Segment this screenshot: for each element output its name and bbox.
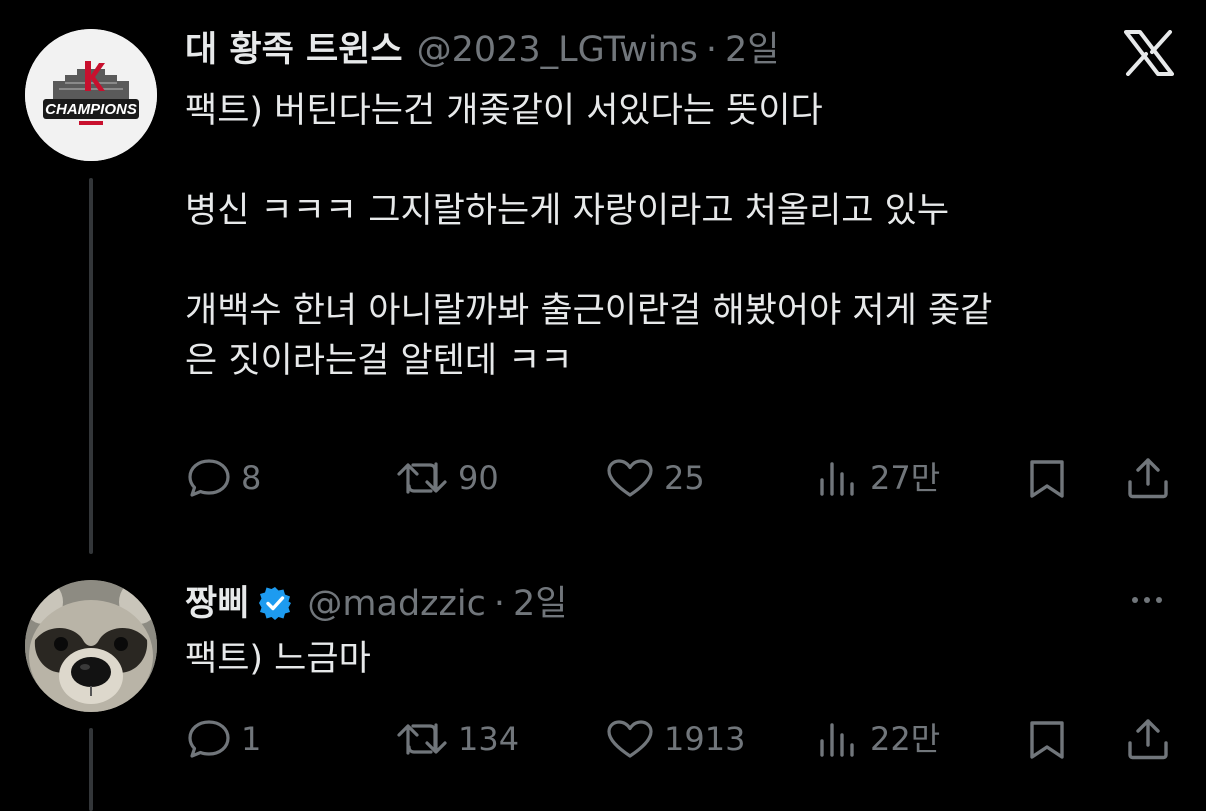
avatar-lg-twins[interactable]: CHAMPIONS: [25, 29, 157, 161]
like-button[interactable]: 1913: [606, 715, 745, 763]
views-button[interactable]: 22만: [818, 715, 940, 763]
verified-badge-icon[interactable]: [257, 585, 293, 621]
retweet-icon: [397, 462, 447, 494]
champions-logo-icon: CHAMPIONS: [25, 29, 157, 161]
share-icon[interactable]: [1126, 717, 1170, 761]
user-handle[interactable]: @madzzic: [307, 582, 485, 626]
bookmark-icon[interactable]: [1028, 719, 1066, 761]
views-button[interactable]: 27만: [818, 454, 940, 502]
heart-icon: [607, 459, 653, 497]
display-name[interactable]: 짱삐: [185, 582, 249, 626]
retweet-count: 134: [458, 720, 520, 758]
tweet-header: 짱삐 @madzzic · 2일: [185, 579, 568, 626]
reply-count: 1: [241, 720, 262, 758]
views-chart-icon: [820, 462, 854, 496]
thread-connector-line: [89, 178, 93, 554]
reply-button[interactable]: 1: [187, 715, 261, 763]
post-time[interactable]: 2일: [725, 28, 779, 72]
like-count: 25: [664, 459, 705, 497]
reply-icon: [188, 720, 230, 758]
like-button[interactable]: 25: [606, 454, 705, 502]
retweet-icon: [397, 723, 447, 755]
views-chart-icon: [820, 723, 854, 757]
x-logo-icon[interactable]: [1124, 30, 1174, 76]
retweet-count: 90: [458, 459, 499, 497]
tweet-body-text: 팩트) 버틴다는건 개좆같이 서있다는 뜻이다 병신 ㅋㅋㅋ 그지랄하는게 자랑…: [185, 91, 993, 381]
heart-icon: [607, 720, 653, 758]
like-count: 1913: [664, 720, 746, 758]
post-time[interactable]: 2일: [513, 582, 567, 626]
thread-connector-line: [89, 728, 93, 811]
tweet-header: 대 황족 트윈스 @2023_LGTwins · 2일: [185, 28, 780, 72]
tweet-body-text: 팩트) 느금마: [185, 639, 371, 679]
bookmark-icon[interactable]: [1028, 458, 1066, 500]
avatar-raccoon[interactable]: [25, 580, 157, 712]
reply-icon: [188, 459, 230, 497]
reply-count: 8: [241, 459, 262, 497]
retweet-button[interactable]: 90: [396, 454, 499, 502]
svg-text:CHAMPIONS: CHAMPIONS: [45, 101, 137, 118]
views-count: 22만: [870, 720, 941, 758]
user-handle[interactable]: @2023_LGTwins: [417, 28, 698, 72]
views-count: 27만: [870, 459, 941, 497]
share-icon[interactable]: [1126, 456, 1170, 500]
reply-button[interactable]: 8: [187, 454, 261, 502]
raccoon-avatar-image: [25, 580, 157, 712]
x-thread-view: CHAMPIONS 대 황족 트윈스 @2023_LGTwins · 2일 팩트…: [0, 0, 1206, 811]
more-options-icon[interactable]: [1132, 597, 1162, 603]
separator-dot: ·: [705, 30, 718, 70]
separator-dot: ·: [493, 584, 506, 624]
retweet-button[interactable]: 134: [396, 715, 519, 763]
display-name[interactable]: 대 황족 트윈스: [185, 28, 403, 72]
